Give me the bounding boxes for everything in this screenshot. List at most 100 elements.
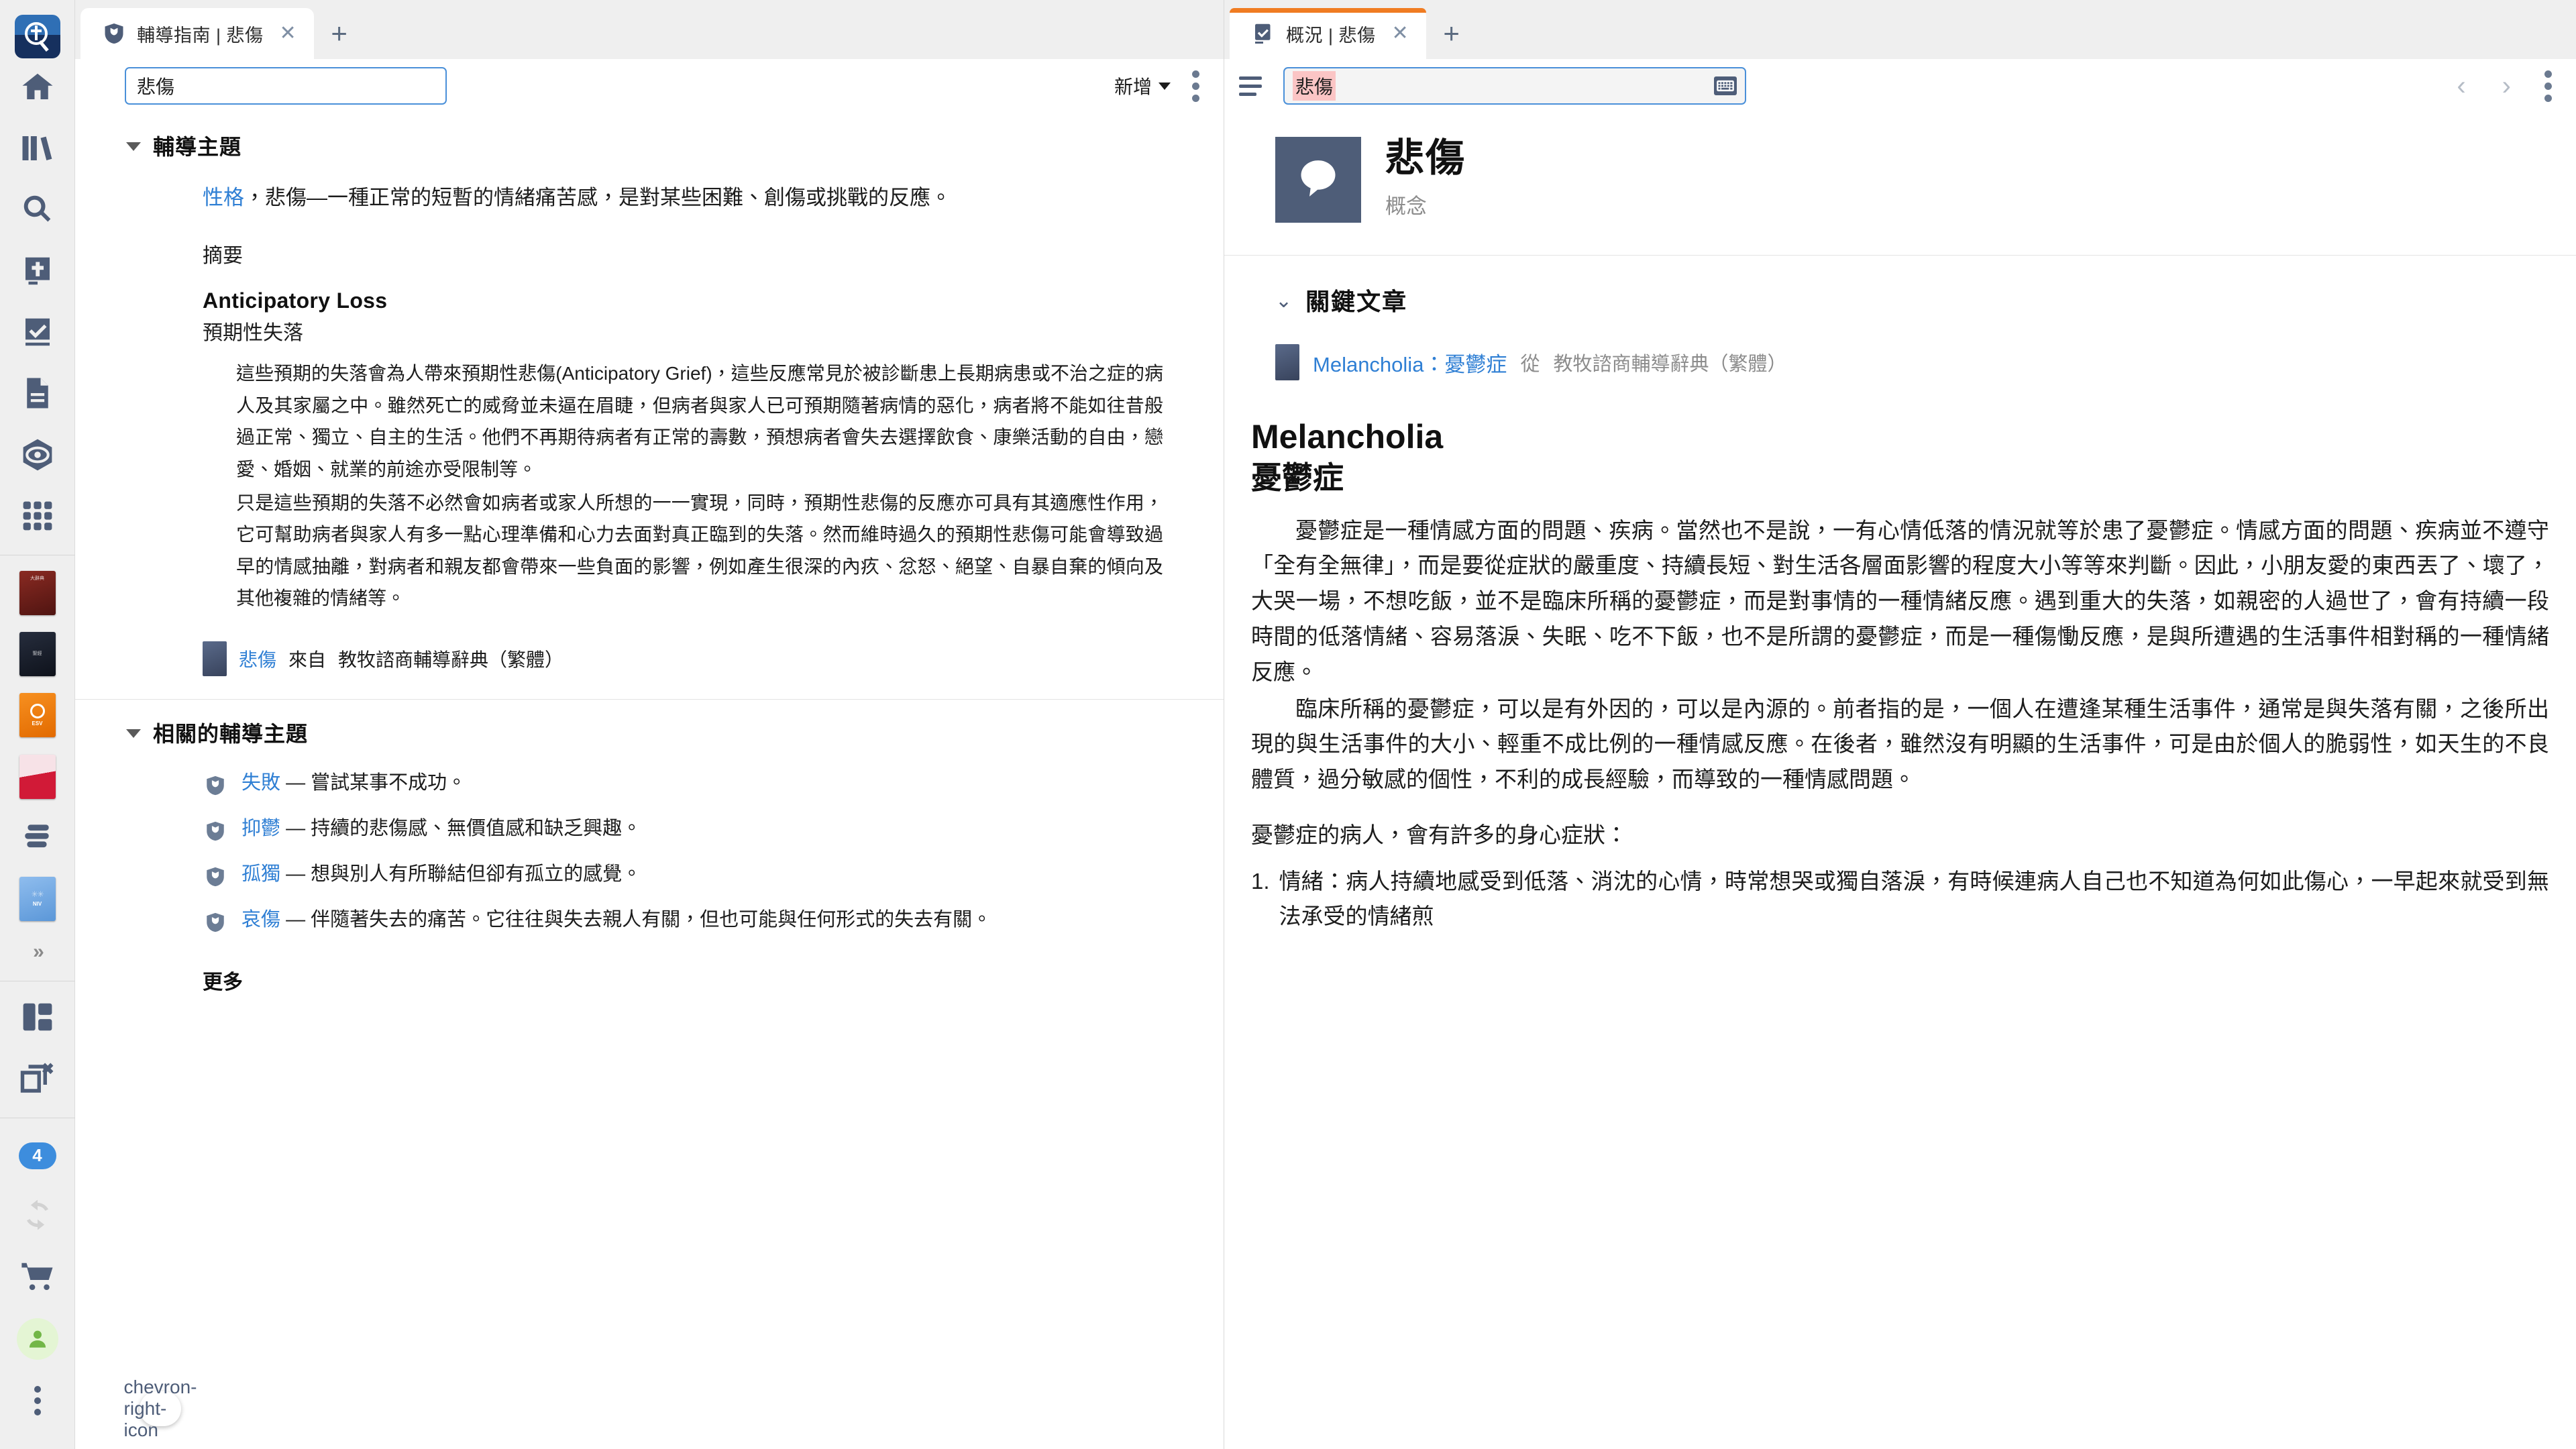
- section-title: 輔導主題: [153, 135, 242, 159]
- list-item[interactable]: 哀傷 — 伴隨著失去的痛苦。它往往與失去親人有關，但也可能與任何形式的失去有關。: [75, 890, 1224, 936]
- shopping-cart-icon: [19, 1258, 56, 1298]
- article-heading-en: Melancholia: [1251, 418, 1444, 455]
- topic-lead: 性格，悲傷—一種正常的短暫的情緒痛苦感，是對某些困難、創傷或挑戰的反應。: [75, 166, 1224, 215]
- panel-expand-flyout-button[interactable]: chevron-right-icon: [124, 1377, 197, 1440]
- search-input[interactable]: 悲傷: [1293, 71, 1336, 101]
- sidebar-item-notifications[interactable]: 4: [0, 1125, 75, 1186]
- citation-link[interactable]: 悲傷: [239, 645, 276, 672]
- list-item[interactable]: 抑鬱 — 持續的悲傷感、無價值感和缺乏興趣。: [75, 799, 1224, 845]
- list-menu-icon[interactable]: [1239, 70, 1271, 102]
- citation-row[interactable]: 悲傷 來自 教牧諮商輔導辭典（繁體）: [75, 614, 1224, 699]
- sidebar-item-search[interactable]: [0, 180, 75, 241]
- list-item: 1. 情緒：病人持續地感受到低落、消沈的心情，時常想哭或獨自落淚，有時候連病人自…: [1251, 864, 2549, 935]
- add-dropdown-button[interactable]: 新增: [1114, 72, 1171, 99]
- more-label[interactable]: 更多: [75, 936, 1224, 995]
- key-article-link[interactable]: Melancholia：憂鬱症: [1313, 347, 1507, 378]
- new-tab-button[interactable]: +: [314, 8, 365, 59]
- logos-app-logo[interactable]: [14, 15, 60, 58]
- topic-desc: — 嘗試某事不成功。: [286, 771, 467, 794]
- tab-close-icon[interactable]: ✕: [1392, 23, 1409, 44]
- new-tab-button[interactable]: +: [1426, 8, 1477, 59]
- rail-book-stack[interactable]: [0, 807, 75, 868]
- forward-button[interactable]: ›: [2490, 72, 2523, 99]
- sidebar-item-sync[interactable]: [0, 1186, 75, 1247]
- factbook-check-icon: [1250, 20, 1277, 47]
- triangle-down-icon[interactable]: [126, 142, 141, 151]
- rail-book-pink[interactable]: [0, 746, 75, 807]
- summary-label: 摘要: [203, 245, 243, 268]
- sidebar-item-layout[interactable]: [0, 988, 75, 1049]
- topic-link[interactable]: 抑鬱: [241, 818, 280, 839]
- topic-link[interactable]: 孤獨: [241, 863, 280, 885]
- tab-guide[interactable]: 輔導指南 | 悲傷 ✕: [80, 8, 314, 59]
- sidebar-item-documents[interactable]: [0, 364, 75, 425]
- topic-link[interactable]: 哀傷: [241, 909, 280, 930]
- section-related-topics[interactable]: 相關的輔導主題: [75, 700, 1224, 753]
- tab-factbook[interactable]: 概況 | 悲傷 ✕: [1230, 8, 1426, 59]
- page-title: 悲傷: [1385, 136, 1466, 180]
- symptom-list: 1. 情緒：病人持續地感受到低落、消沈的心情，時常想哭或獨自落淚，有時候連病人自…: [1224, 853, 2576, 935]
- factbook-content: 悲傷 概念 ⌄ 關鍵文章 Melancholia：憂鬱症 從 教牧諮商輔導辭典（…: [1224, 113, 2576, 1449]
- citation-source: 教牧諮商輔導辭典（繁體）: [338, 649, 564, 670]
- rail-book-esv[interactable]: ESV: [0, 685, 75, 746]
- topic-link[interactable]: 失敗: [241, 772, 280, 794]
- list-item[interactable]: 孤獨 — 想與別人有所聯結但卻有孤立的感覺。: [75, 845, 1224, 890]
- close-windows-icon: [19, 1061, 56, 1100]
- entry-paragraph: 這些預期的失落會為人帶來預期性悲傷(Anticipatory Grief)，這些…: [236, 363, 1163, 480]
- guide-search-box[interactable]: 悲傷: [125, 67, 447, 105]
- key-article-from: 從: [1520, 354, 1540, 375]
- book-check-icon: [19, 314, 56, 354]
- factbook-search-box[interactable]: 悲傷: [1283, 67, 1746, 105]
- list-item[interactable]: 失敗 — 嘗試某事不成功。: [75, 753, 1224, 799]
- sidebar-item-guides[interactable]: [0, 425, 75, 486]
- sidebar-item-reading-plan[interactable]: [0, 303, 75, 364]
- sidebar-item-store[interactable]: [0, 1247, 75, 1308]
- key-article-cn: 憂鬱症: [1444, 352, 1507, 376]
- sidebar-item-account[interactable]: [0, 1309, 75, 1370]
- rail-book-red[interactable]: 大辭典: [0, 562, 75, 623]
- personality-link[interactable]: 性格: [203, 186, 244, 209]
- section-key-articles[interactable]: ⌄ 關鍵文章: [1224, 256, 2576, 317]
- grid-apps-icon: [19, 498, 56, 537]
- guide-shield-icon: [203, 772, 228, 799]
- factbook-more-options-button[interactable]: [2535, 65, 2561, 107]
- app-window: 大辭典 聖經 ESV ✳✳ NIV » 4 ight- 輔導指南 | 悲傷 ✕ …: [0, 0, 2576, 1449]
- sidebar-item-more[interactable]: [0, 1370, 75, 1431]
- triangle-down-icon[interactable]: [126, 729, 141, 738]
- rail-book-dark[interactable]: 聖經: [0, 623, 75, 684]
- key-article-sep: ：: [1424, 352, 1445, 376]
- back-button[interactable]: ‹: [2445, 72, 2477, 99]
- bible-book-icon: [19, 253, 56, 292]
- guide-toolbar: 悲傷 新增: [75, 59, 1224, 113]
- search-input[interactable]: 悲傷: [134, 71, 177, 101]
- factbook-panel: 概況 | 悲傷 ✕ + 悲傷 ‹ › 悲傷 概念 ⌄ 關鍵文章 Melancho…: [1224, 0, 2576, 1449]
- layout-panels-icon: [19, 999, 56, 1038]
- book-thumb: 大辭典: [19, 570, 56, 615]
- book-thumb: ✳✳ NIV: [19, 877, 56, 922]
- left-tabstrip: 輔導指南 | 悲傷 ✕ +: [75, 0, 1224, 59]
- sidebar-item-library[interactable]: [0, 119, 75, 180]
- rail-expand-more-button[interactable]: »: [0, 930, 75, 975]
- esv-ring-icon: [30, 703, 45, 718]
- chevron-down-icon[interactable]: ⌄: [1275, 291, 1292, 311]
- guide-shield-icon: [203, 909, 228, 936]
- rail-book-niv[interactable]: ✳✳ NIV: [0, 868, 75, 929]
- section-counseling-topic[interactable]: 輔導主題: [75, 113, 1224, 166]
- sidebar-item-tools[interactable]: [0, 487, 75, 548]
- guide-shield-icon: [203, 863, 228, 890]
- kebab-more-icon: [34, 1385, 41, 1415]
- article-heading-cn: 憂鬱症: [1251, 460, 1344, 495]
- book-thumb-label: ESV: [32, 720, 43, 727]
- sidebar-item-bible[interactable]: [0, 242, 75, 303]
- key-article-row[interactable]: Melancholia：憂鬱症 從 教牧諮商輔導辭典（繁體）: [1224, 317, 2576, 380]
- book-stack-icon: [21, 819, 54, 856]
- sidebar-item-close-all[interactable]: [0, 1050, 75, 1111]
- book-thumb: [19, 754, 56, 799]
- chevron-down-icon: [1159, 82, 1171, 90]
- tab-close-icon[interactable]: ✕: [280, 23, 297, 44]
- keyboard-icon[interactable]: [1714, 76, 1737, 95]
- page-subtitle: 概念: [1385, 194, 1427, 218]
- key-article-en: Melancholia: [1313, 352, 1424, 376]
- sidebar-item-home[interactable]: [0, 58, 75, 119]
- guide-more-options-button[interactable]: [1183, 65, 1209, 107]
